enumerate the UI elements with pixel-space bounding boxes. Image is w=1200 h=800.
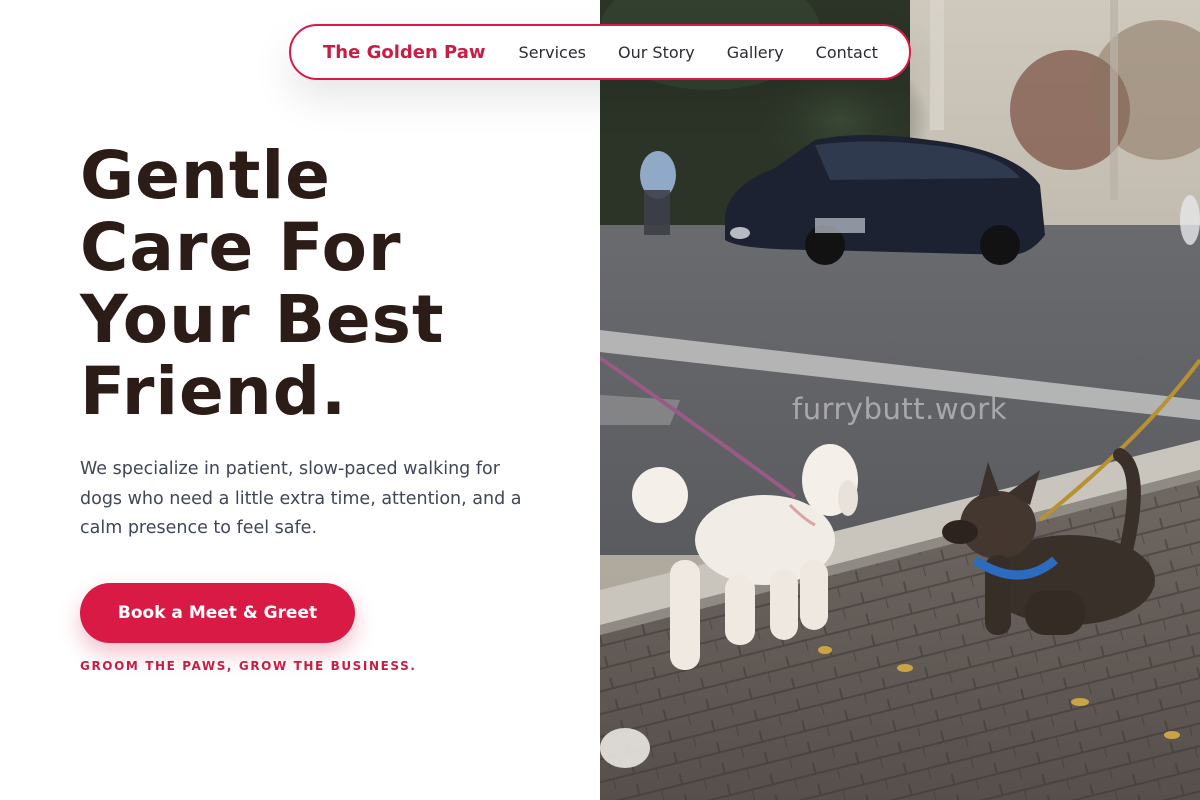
nav-link-contact[interactable]: Contact — [816, 43, 878, 62]
headline-line-3: Your Best — [80, 281, 445, 358]
hero-headline: Gentle Care For Your Best Friend. — [80, 140, 580, 428]
top-navigation: The Golden Paw Services Our Story Galler… — [289, 24, 911, 80]
hero-photo: furrybutt.work — [600, 0, 1200, 800]
nav-link-our-story[interactable]: Our Story — [618, 43, 695, 62]
hero-tagline: GROOM THE PAWS, GROW THE BUSINESS. — [80, 659, 417, 673]
brand-logo-link[interactable]: The Golden Paw — [323, 42, 486, 63]
hero-description: We specialize in patient, slow-paced wal… — [80, 459, 522, 538]
book-meet-greet-button[interactable]: Book a Meet & Greet — [80, 583, 355, 643]
headline-line-4: Friend. — [80, 353, 348, 430]
headline-line-1: Gentle — [80, 137, 331, 214]
nav-link-services[interactable]: Services — [519, 43, 586, 62]
headline-line-2: Care For — [80, 209, 402, 286]
nav-link-gallery[interactable]: Gallery — [727, 43, 784, 62]
hero-text-panel: Gentle Care For Your Best Friend. We spe… — [0, 0, 600, 800]
photo-watermark: furrybutt.work — [792, 392, 1008, 426]
